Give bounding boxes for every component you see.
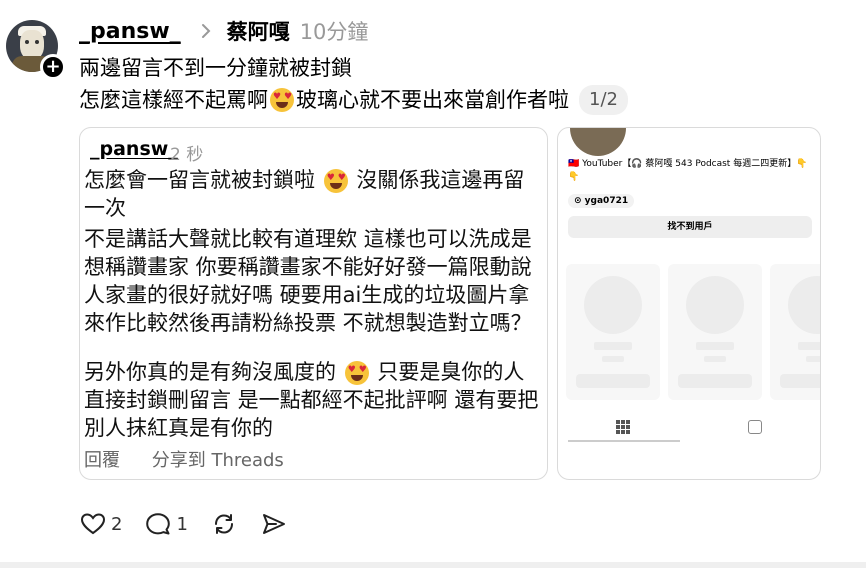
heart-eyes-emoji-icon: ♥ ♥ bbox=[270, 88, 294, 112]
chevron-right-icon bbox=[201, 24, 211, 38]
grid-icon bbox=[616, 420, 630, 434]
post-header: _pansw_ 蔡阿嘎 10分鐘 bbox=[79, 14, 368, 48]
profile-bio: 🇹🇼 YouTuber【🎧 蔡阿嘎 543 Podcast 每週二四更新】👇👇 bbox=[568, 159, 808, 182]
comment-button[interactable]: 1 bbox=[144, 510, 188, 538]
like-count: 2 bbox=[111, 513, 123, 535]
avatar-wrapper[interactable]: + bbox=[6, 20, 66, 80]
post-text-line2-a: 怎麼這樣經不起罵啊 bbox=[79, 88, 268, 112]
repost-button[interactable] bbox=[210, 510, 238, 538]
tab-indicator bbox=[568, 440, 680, 442]
repost-icon bbox=[214, 514, 233, 534]
avatar-eye bbox=[35, 40, 39, 44]
profile-link: ⊙ yga0721 bbox=[568, 194, 635, 208]
divider bbox=[0, 562, 866, 568]
reply-to-user[interactable]: 蔡阿嘎 bbox=[227, 16, 290, 46]
card-text-2: 不是講話大聲就比較有道理欸 這樣也可以洗成是想稱讚畫家 你要稱讚畫家不能好好發一… bbox=[84, 227, 532, 335]
card-text-1a: 怎麼會一留言就被封鎖啦 bbox=[84, 168, 315, 192]
post-text-line1: 兩邊留言不到一分鐘就被封鎖 bbox=[79, 56, 352, 80]
card-text-3: 另外你真的是有夠沒風度的 ♥ ♥ 只要是臭你的人直接封鎖刪留言 是一點都經不起批評… bbox=[84, 358, 544, 442]
post-time: 10分鐘 bbox=[299, 20, 369, 44]
card-text-1: 怎麼會一留言就被封鎖啦 ♥ ♥ 沒關係我這邊再留一次 bbox=[84, 166, 544, 222]
placeholder-card bbox=[770, 264, 820, 400]
post-text-line2-b: 玻璃心就不要出來當創作者啦 bbox=[296, 88, 569, 112]
placeholder-card bbox=[668, 264, 762, 400]
card-actions: 回覆 分享到 Threads bbox=[84, 446, 310, 472]
more-options-icon[interactable]: ⋮ bbox=[858, 22, 866, 46]
post-text-line2: 怎麼這樣經不起罵啊 ♥ ♥ 玻璃心就不要出來當創作者啦 1/2 bbox=[79, 85, 628, 115]
avatar-eye bbox=[25, 40, 29, 44]
share-button[interactable] bbox=[260, 510, 288, 538]
comment-count: 1 bbox=[176, 513, 188, 535]
card-share-label: 分享到 Threads bbox=[151, 450, 284, 471]
page-indicator: 1/2 bbox=[579, 85, 628, 115]
like-button[interactable]: 2 bbox=[79, 510, 122, 538]
heart-eyes-emoji-icon: ♥ ♥ bbox=[344, 361, 369, 385]
action-bar: 2 1 bbox=[79, 510, 310, 538]
share-icon bbox=[262, 514, 285, 534]
tagged-icon bbox=[748, 420, 762, 434]
placeholder-card bbox=[566, 264, 660, 400]
card-username: _pansw_ bbox=[90, 138, 178, 160]
comment-icon bbox=[146, 513, 171, 535]
suggested-profiles bbox=[566, 264, 820, 400]
card-text-3a: 另外你真的是有夠沒風度的 bbox=[84, 360, 336, 384]
heart-icon bbox=[80, 513, 106, 535]
plus-icon[interactable]: + bbox=[40, 54, 66, 80]
heart-eyes-emoji-icon: ♥ ♥ bbox=[323, 169, 348, 193]
user-not-found-button: 找不到用戶 bbox=[568, 216, 812, 238]
profile-avatar bbox=[570, 128, 626, 156]
post-username[interactable]: _pansw_ bbox=[79, 19, 181, 44]
screenshot-image-1[interactable]: _pansw_ 2 秒 怎麼會一留言就被封鎖啦 ♥ ♥ 沒關係我這邊再留一次 不是… bbox=[79, 127, 548, 480]
card-time: 2 秒 bbox=[170, 145, 204, 165]
card-reply-label: 回覆 bbox=[84, 450, 120, 471]
screenshot-image-2[interactable]: 🇹🇼 YouTuber【🎧 蔡阿嘎 543 Podcast 每週二四更新】👇👇 … bbox=[557, 127, 821, 480]
